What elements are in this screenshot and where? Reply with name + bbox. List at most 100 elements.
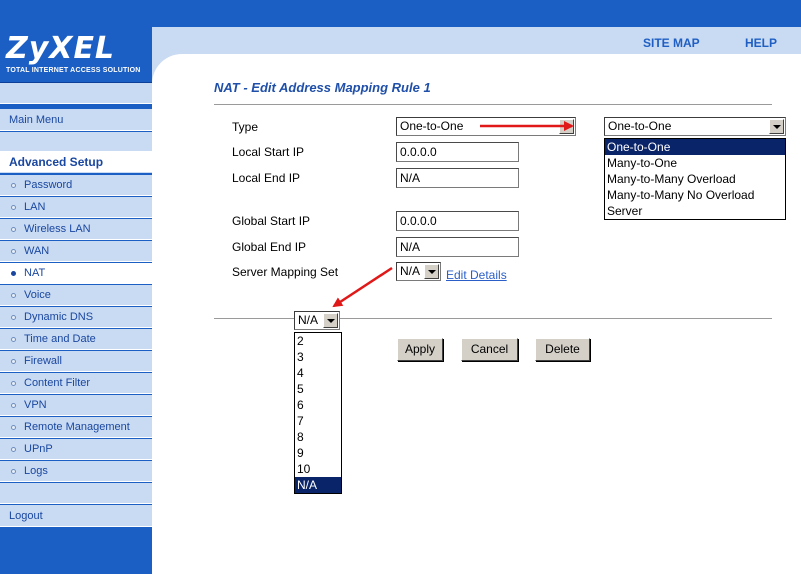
set-option-4[interactable]: 4 [295,365,341,381]
sidebar-spacer [0,83,152,104]
global-end-ip-label: Global End IP [232,240,307,254]
type-select[interactable]: One-to-One [396,117,576,136]
help-link[interactable]: HELP [745,36,777,50]
type-option-many-to-one[interactable]: Many-to-One [605,155,785,171]
type-select-expanded-value: One-to-One [608,119,672,133]
type-option-many-to-many-overload[interactable]: Many-to-Many Overload [605,171,785,187]
local-end-ip-field[interactable]: N/A [396,168,519,188]
type-option-many-to-many-no-overload[interactable]: Many-to-Many No Overload [605,187,785,203]
local-start-ip-label: Local Start IP [232,145,305,159]
radio-bullet-icon [11,205,16,210]
sidebar-item-label: VPN [24,399,47,411]
sidebar-item-label: UPnP [24,443,53,455]
global-end-ip-field[interactable]: N/A [396,237,519,257]
set-option-9[interactable]: 9 [295,445,341,461]
divider [214,104,772,105]
radio-bullet-icon [11,183,16,188]
sidebar-item-label: Logs [24,465,48,477]
radio-bullet-icon [11,359,16,364]
page: ZyXEL TOTAL INTERNET ACCESS SOLUTION SIT… [0,0,801,574]
sidebar-item-vpn[interactable]: VPN [0,395,152,416]
sidebar-item-lan[interactable]: LAN [0,197,152,218]
radio-bullet-icon [11,337,16,342]
server-mapping-set-value: N/A [400,264,421,278]
edit-details-link[interactable]: Edit Details [446,268,507,282]
radio-bullet-icon [11,425,16,430]
radio-bullet-icon [11,403,16,408]
red-arrow-icon [332,266,393,308]
sidebar-item-label: NAT [24,267,46,279]
type-select-expanded[interactable]: One-to-One [604,117,786,136]
radio-bullet-icon [11,227,16,232]
sidebar-item-label: LAN [24,201,46,213]
radio-bullet-icon [11,469,16,474]
chevron-down-icon[interactable] [559,119,574,134]
server-mapping-set-label: Server Mapping Set [232,265,339,279]
type-dropdown-list: One-to-One Many-to-One Many-to-Many Over… [604,138,786,220]
sidebar-item-label: Remote Management [24,421,130,433]
sidebar-item-content-filter[interactable]: Content Filter [0,373,152,394]
set-option-6[interactable]: 6 [295,397,341,413]
radio-bullet-icon [11,293,16,298]
sidebar-item-remote-management[interactable]: Remote Management [0,417,152,438]
site-map-link[interactable]: SITE MAP [643,36,700,50]
set-option-10[interactable]: 10 [295,461,341,477]
radio-bullet-icon [11,315,16,320]
set-option-5[interactable]: 5 [295,381,341,397]
sidebar-item-label: Voice [24,289,51,301]
local-end-ip-label: Local End IP [232,171,301,185]
set-option-7[interactable]: 7 [295,413,341,429]
sidebar-main-menu[interactable]: Main Menu [0,109,152,131]
sidebar-item-logs[interactable]: Logs [0,461,152,482]
header-band [152,27,801,54]
sidebar-item-label: Dynamic DNS [24,311,94,323]
set-option-2[interactable]: 2 [295,333,341,349]
set-option-8[interactable]: 8 [295,429,341,445]
chevron-down-icon[interactable] [769,119,784,134]
set-option-na[interactable]: N/A [295,477,341,493]
sidebar-item-upnp[interactable]: UPnP [0,439,152,460]
set-select-expanded[interactable]: N/A [294,311,340,330]
radio-bullet-icon [11,271,16,276]
sidebar-item-wireless-lan[interactable]: Wireless LAN [0,219,152,240]
sidebar-item-firewall[interactable]: Firewall [0,351,152,372]
chevron-down-icon[interactable] [424,264,439,279]
sidebar-item-time-and-date[interactable]: Time and Date [0,329,152,350]
global-start-ip-field[interactable]: 0.0.0.0 [396,211,519,231]
global-start-ip-label: Global Start IP [232,214,311,228]
local-start-ip-field[interactable]: 0.0.0.0 [396,142,519,162]
sidebar-item-password[interactable]: Password [0,175,152,196]
sidebar-item-label: WAN [24,245,50,257]
sidebar-item-dynamic-dns[interactable]: Dynamic DNS [0,307,152,328]
sidebar-section-advanced-setup: Advanced Setup [0,151,152,173]
sidebar: Main Menu Advanced Setup Password LAN Wi… [0,83,152,574]
delete-button[interactable]: Delete [535,338,590,361]
brand-tagline: TOTAL INTERNET ACCESS SOLUTION [6,67,141,74]
type-option-one-to-one[interactable]: One-to-One [605,139,785,155]
sidebar-item-label: Content Filter [24,377,91,389]
set-select-expanded-value: N/A [298,313,319,327]
sidebar-logout[interactable]: Logout [0,505,152,527]
cancel-button[interactable]: Cancel [461,338,518,361]
type-label: Type [232,120,259,134]
page-title: NAT - Edit Address Mapping Rule 1 [214,80,431,95]
type-option-server[interactable]: Server [605,203,785,219]
brand-logo: ZyXEL TOTAL INTERNET ACCESS SOLUTION [0,27,152,83]
type-select-value: One-to-One [400,119,464,133]
sidebar-item-nat[interactable]: NAT [0,263,152,284]
brand-name: ZyXEL [6,31,116,66]
chevron-down-icon[interactable] [323,313,338,328]
radio-bullet-icon [11,249,16,254]
sidebar-item-label: Time and Date [24,333,96,345]
sidebar-spacer [0,132,152,153]
set-option-3[interactable]: 3 [295,349,341,365]
sidebar-spacer [0,483,152,504]
apply-button[interactable]: Apply [397,338,443,361]
radio-bullet-icon [11,447,16,452]
server-mapping-set-select[interactable]: N/A [396,262,441,281]
set-dropdown-list: 2 3 4 5 6 7 8 9 10 N/A [294,332,342,494]
sidebar-item-voice[interactable]: Voice [0,285,152,306]
sidebar-item-wan[interactable]: WAN [0,241,152,262]
top-banner [0,0,801,27]
radio-bullet-icon [11,381,16,386]
